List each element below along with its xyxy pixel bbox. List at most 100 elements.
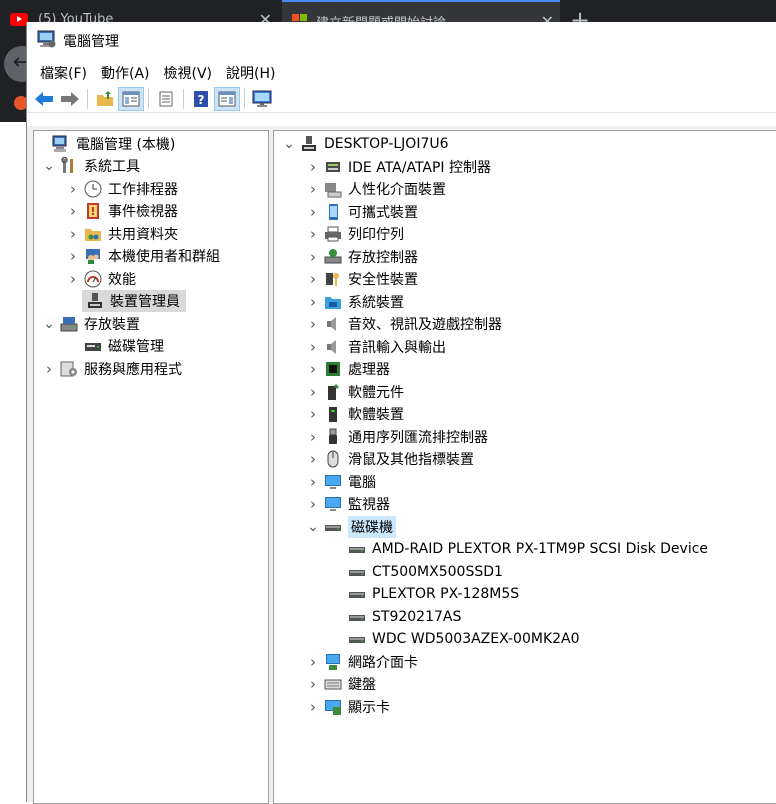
device-category-sound-video-game-controllers[interactable]: › 音效、視訊及遊戲控制器 [306,313,502,335]
device-category-disk-drives[interactable]: ⌄ 磁碟機 [306,516,396,538]
disk-drive-item[interactable]: ST920217AS [330,606,461,628]
chevron-right-icon[interactable]: › [66,270,80,288]
chevron-down-icon[interactable]: ⌄ [42,159,56,173]
users-icon [84,247,102,265]
disk-drive-icon [348,630,366,648]
tree-item-desktop-label: DESKTOP-LJOI7U6 [324,136,449,152]
back-button[interactable] [32,88,56,110]
device-category-audio-inputs-outputs-label: 音訊輸入與輸出 [348,340,446,356]
chevron-right-icon[interactable]: › [306,225,320,243]
chevron-right-icon[interactable]: › [66,225,80,243]
disk-drive-item[interactable]: CT500MX500SSD1 [330,561,503,583]
device-category-usb-controllers[interactable]: › 通用序列匯流排控制器 [306,426,488,448]
tree-item-task-scheduler[interactable]: › 工作排程器 [66,178,178,200]
tree-item-shared-folders[interactable]: › 共用資料夾 [66,223,178,245]
chevron-right-icon[interactable]: › [42,360,56,378]
menu-action[interactable]: 動作(A) [94,63,157,83]
portable-device-icon [324,203,342,221]
chevron-right-icon[interactable]: › [306,428,320,446]
device-category-keyboards-label: 鍵盤 [348,677,376,693]
chevron-right-icon[interactable]: › [66,202,80,220]
menu-help[interactable]: 說明(H) [219,63,282,83]
disk-drive-item[interactable]: AMD-RAID PLEXTOR PX-1TM9P SCSI Disk Devi… [330,538,708,560]
menu-file[interactable]: 檔案(F) [33,63,94,83]
disk-drive-item-label: WDC WD5003AZEX-00MK2A0 [372,631,580,647]
device-category-human-interface-devices[interactable]: › 人性化介面裝置 [306,178,446,200]
properties-button[interactable] [154,88,178,110]
chevron-right-icon[interactable]: › [306,473,320,491]
toolbar-separator [244,89,245,109]
chevron-down-icon[interactable]: ⌄ [306,520,320,534]
tree-item-disk-management[interactable]: 磁碟管理 [66,335,164,357]
tree-item-event-viewer[interactable]: › 事件檢視器 [66,200,178,222]
chevron-right-icon[interactable]: › [306,293,320,311]
chevron-down-icon[interactable]: ⌄ [282,137,296,151]
chevron-right-icon[interactable]: › [306,203,320,221]
chevron-right-icon[interactable]: › [306,653,320,671]
help-button[interactable]: ? [189,88,213,110]
device-category-portable-devices[interactable]: › 可攜式裝置 [306,201,418,223]
device-category-security-devices-label: 安全性裝置 [348,272,418,288]
menu-view[interactable]: 檢視(V) [157,63,220,83]
device-category-software-devices[interactable]: › 軟體裝置 [306,403,404,425]
chevron-right-icon[interactable]: › [306,450,320,468]
tree-item-desktop[interactable]: ⌄ DESKTOP-LJOI7U6 [282,133,449,155]
tree-item-device-manager[interactable]: 裝置管理員 [82,290,186,312]
chevron-right-icon[interactable]: › [306,675,320,693]
device-manager-icon [86,292,104,310]
tree-item-event-viewer-label: 事件檢視器 [108,204,178,220]
tree-item-performance-label: 效能 [108,272,136,288]
disk-drive-item[interactable]: PLEXTOR PX-128M5S [330,583,519,605]
ide-controller-icon [324,158,342,176]
show-hide-console-tree-button[interactable] [118,87,144,111]
device-category-print-queues[interactable]: › 列印佇列 [306,223,404,245]
chevron-down-icon[interactable]: ⌄ [42,317,56,331]
chevron-right-icon[interactable]: › [306,383,320,401]
keyboard-icon [324,675,342,693]
device-category-processors[interactable]: › 處理器 [306,358,390,380]
up-one-level-button[interactable] [93,88,117,110]
forward-button[interactable] [58,88,82,110]
device-category-processors-label: 處理器 [348,362,390,378]
tree-item-storage-label: 存放裝置 [84,317,140,333]
chevron-right-icon[interactable]: › [66,247,80,265]
tree-item-storage[interactable]: ⌄ 存放裝置 [42,313,140,335]
device-category-network-adapters[interactable]: › 網路介面卡 [306,651,418,673]
tree-item-system-tools[interactable]: ⌄ 系統工具 [42,155,140,177]
chevron-right-icon[interactable]: › [306,360,320,378]
tree-item-computer-management-label: 電腦管理 (本機) [76,137,176,153]
tree-item-computer-management[interactable]: 電腦管理 (本機) [34,133,175,155]
device-category-software-components[interactable]: › 軟體元件 [306,381,404,403]
device-category-storage-controllers-label: 存放控制器 [348,250,418,266]
chevron-right-icon[interactable]: › [66,180,80,198]
chevron-right-icon[interactable]: › [306,698,320,716]
tree-item-services-apps[interactable]: › 服務與應用程式 [42,358,182,380]
device-category-storage-controllers[interactable]: › 存放控制器 [306,246,418,268]
show-hide-tree-icon [122,91,140,107]
device-category-audio-inputs-outputs[interactable]: › 音訊輸入與輸出 [306,336,446,358]
chevron-right-icon[interactable]: › [306,248,320,266]
chevron-right-icon[interactable]: › [306,405,320,423]
device-category-computer[interactable]: › 電腦 [306,471,376,493]
device-category-mice-pointing-devices[interactable]: › 滑鼠及其他指標裝置 [306,448,474,470]
device-category-monitors[interactable]: › 監視器 [306,493,390,515]
device-category-display-adapters[interactable]: › 顯示卡 [306,696,390,718]
disk-drive-item[interactable]: WDC WD5003AZEX-00MK2A0 [330,628,580,650]
tree-item-local-users[interactable]: › 本機使用者和群組 [66,245,220,267]
device-category-keyboards[interactable]: › 鍵盤 [306,673,376,695]
device-category-software-devices-label: 軟體裝置 [348,407,404,423]
chevron-right-icon[interactable]: › [306,270,320,288]
forward-icon [61,92,79,106]
monitor-button[interactable] [250,88,274,110]
device-category-human-interface-devices-label: 人性化介面裝置 [348,182,446,198]
device-category-security-devices[interactable]: › 安全性裝置 [306,268,418,290]
chevron-right-icon[interactable]: › [306,495,320,513]
tree-item-performance[interactable]: › 效能 [66,268,136,290]
chevron-right-icon[interactable]: › [306,158,320,176]
chevron-right-icon[interactable]: › [306,180,320,198]
show-action-pane-button[interactable] [214,87,240,111]
chevron-right-icon[interactable]: › [306,338,320,356]
device-category-ide-controllers[interactable]: › IDE ATA/ATAPI 控制器 [306,156,491,178]
device-category-system-devices[interactable]: › 系統裝置 [306,291,404,313]
chevron-right-icon[interactable]: › [306,315,320,333]
